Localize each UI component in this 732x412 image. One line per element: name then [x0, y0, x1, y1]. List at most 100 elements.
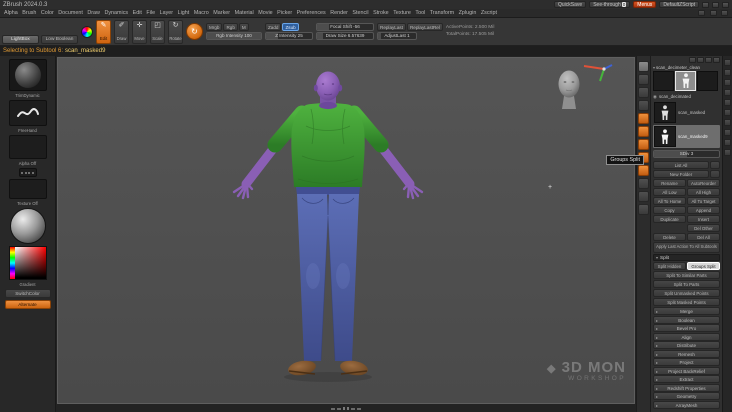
texture-slot[interactable] [8, 179, 47, 199]
strip-icon-polyframe[interactable] [638, 165, 649, 176]
stroke-type-icon[interactable] [18, 168, 37, 177]
current-stroke-thumbnail[interactable] [8, 100, 47, 126]
menu-item-draw[interactable]: Draw [87, 10, 100, 16]
section-merge[interactable]: ▸ Merge [653, 307, 720, 315]
edge-icon-7[interactable] [724, 119, 731, 126]
see-through-button[interactable]: See-through 0 [589, 1, 631, 8]
quicksave-button[interactable]: QuickSave [554, 1, 587, 8]
section-redshift-properties[interactable]: ▸ Redshift Properties [653, 383, 720, 392]
mrgb-button[interactable]: Mrgb [206, 23, 223, 31]
close-icon[interactable] [722, 1, 729, 8]
menu-item-preferences[interactable]: Preferences [297, 10, 326, 16]
lightbox-button[interactable]: LightBox [2, 35, 39, 44]
switch-color-button[interactable]: SwitchColor [4, 289, 51, 298]
sculpt-model[interactable] [218, 64, 438, 386]
menu-item-movie[interactable]: Movie [258, 10, 272, 16]
panel-icon-1[interactable] [689, 57, 696, 63]
strip-icon-floor[interactable] [638, 126, 649, 137]
subtool-item-masked9-selected[interactable]: scan_masked9 [653, 125, 720, 148]
menu-item-texture[interactable]: Texture [393, 10, 411, 16]
all-to-target-button[interactable]: All To Target [687, 197, 720, 205]
axis-gizmo[interactable] [578, 59, 616, 83]
section-boolean[interactable]: ▸ Boolean [653, 315, 720, 324]
maximize-icon[interactable] [712, 1, 719, 8]
scale-tool-button[interactable]: ◰ Scale [150, 19, 165, 44]
strip-icon-zoom[interactable] [638, 87, 649, 98]
copy-button[interactable]: Copy [653, 206, 686, 214]
draw-size-slider[interactable]: Draw Size 6.57639 [316, 32, 374, 40]
list-all-aux-button[interactable] [710, 161, 720, 169]
edge-icon-10[interactable] [724, 149, 731, 156]
sdiv-slider[interactable]: SDiv 3 [653, 150, 720, 158]
section-align[interactable]: ▸ Align [653, 332, 720, 341]
color-wheel-icon[interactable] [81, 25, 93, 38]
split-hidden-button[interactable]: Split Hidden [653, 262, 686, 270]
focal-shift-slider[interactable]: Focal Shift -56 [316, 23, 374, 31]
section-distribute[interactable]: ▸ Distribute [653, 341, 720, 349]
rename-button[interactable]: Rename [653, 179, 686, 187]
menu-item-dynamics[interactable]: Dynamics [104, 10, 128, 16]
menu-item-zplugin[interactable]: Zplugin [459, 10, 477, 16]
edge-icon-8[interactable] [724, 129, 731, 136]
all-low-button[interactable]: All Low [653, 188, 686, 196]
subtool-folder-row[interactable]: ▾ scan_decimeter_clean [653, 64, 720, 71]
menu-item-macro[interactable]: Macro [194, 10, 209, 16]
menubar-icon-1[interactable] [698, 10, 705, 16]
split-unmasked-points-button[interactable]: Split Unmasked Points [653, 289, 720, 297]
alternate-button[interactable]: Alternate [4, 300, 51, 309]
section-remesh[interactable]: ▸ Remesh [653, 349, 720, 358]
menubar-icon-2[interactable] [709, 10, 717, 16]
tool-thumb-3[interactable] [697, 71, 718, 91]
strip-icon-local[interactable] [638, 139, 649, 150]
del-other-button[interactable]: Del Other [687, 224, 720, 232]
edge-icon-5[interactable] [724, 99, 731, 106]
edge-icon-1[interactable] [724, 59, 731, 66]
menu-item-marker[interactable]: Marker [213, 10, 230, 16]
delete-button[interactable]: Delete [653, 233, 686, 241]
rotate-tool-button[interactable]: ↻ Rotate [168, 19, 183, 44]
menu-item-edit[interactable]: Edit [133, 10, 142, 16]
color-picker[interactable] [8, 246, 47, 280]
edge-icon-9[interactable] [724, 139, 731, 146]
list-all-button[interactable]: List All [653, 161, 709, 169]
subtool-item-masked[interactable]: scan_masked [653, 101, 720, 124]
menu-item-stencil[interactable]: Stencil [352, 10, 368, 16]
section-project-backrelief[interactable]: ▸ Project BackRelief [653, 366, 720, 375]
menu-item-light[interactable]: Light [178, 10, 190, 16]
low-boolean-button[interactable]: Low Boolean [41, 35, 78, 44]
section-arraymesh[interactable]: ▸ ArrayMesh [653, 400, 720, 409]
edge-icon-6[interactable] [724, 109, 731, 116]
alpha-slot[interactable] [8, 135, 47, 159]
duplicate-button[interactable]: Duplicate [653, 215, 686, 223]
menu-item-picker[interactable]: Picker [277, 10, 292, 16]
zsub-button[interactable]: Zsub [282, 23, 299, 31]
autoreorder-button[interactable]: AutoReorder [687, 179, 720, 187]
strip-icon-move[interactable] [638, 178, 649, 189]
default-zscript-button[interactable]: DefaultZScript [659, 1, 699, 8]
split-to-parts-button[interactable]: Split To Parts [653, 280, 720, 288]
panel-icon-2[interactable] [697, 57, 704, 63]
saturation-field[interactable] [14, 247, 46, 279]
edge-icon-2[interactable] [724, 69, 731, 76]
strip-icon-persp[interactable] [638, 113, 649, 124]
strip-icon-actual[interactable] [638, 100, 649, 111]
move-tool-button[interactable]: ✛ Move [132, 19, 147, 44]
minimize-icon[interactable] [702, 1, 709, 8]
m-button[interactable]: M [238, 23, 249, 31]
menu-item-color[interactable]: Color [41, 10, 54, 16]
menu-item-tool[interactable]: Tool [415, 10, 425, 16]
strip-icon-snapshot[interactable] [638, 61, 649, 72]
current-material-sphere[interactable] [9, 208, 46, 244]
split-similar-parts-button[interactable]: Split To Similar Parts [653, 271, 720, 279]
split-section-header[interactable]: ▾ Split [653, 254, 720, 261]
split-masked-points-button[interactable]: Split Masked Points [653, 298, 720, 306]
panel-icon-4[interactable] [713, 57, 720, 63]
tool-thumb-1[interactable] [653, 71, 674, 91]
tool-thumb-2-selected[interactable] [675, 71, 696, 91]
all-high-button[interactable]: All High [687, 188, 720, 196]
menu-item-layer[interactable]: Layer [160, 10, 174, 16]
subtool-item-decimated[interactable]: ◉ scan_decimated [653, 92, 720, 101]
section-extract[interactable]: ▸ Extract [653, 375, 720, 383]
menu-item-document[interactable]: Document [58, 10, 83, 16]
rgb-button[interactable]: Rgb [223, 23, 238, 31]
